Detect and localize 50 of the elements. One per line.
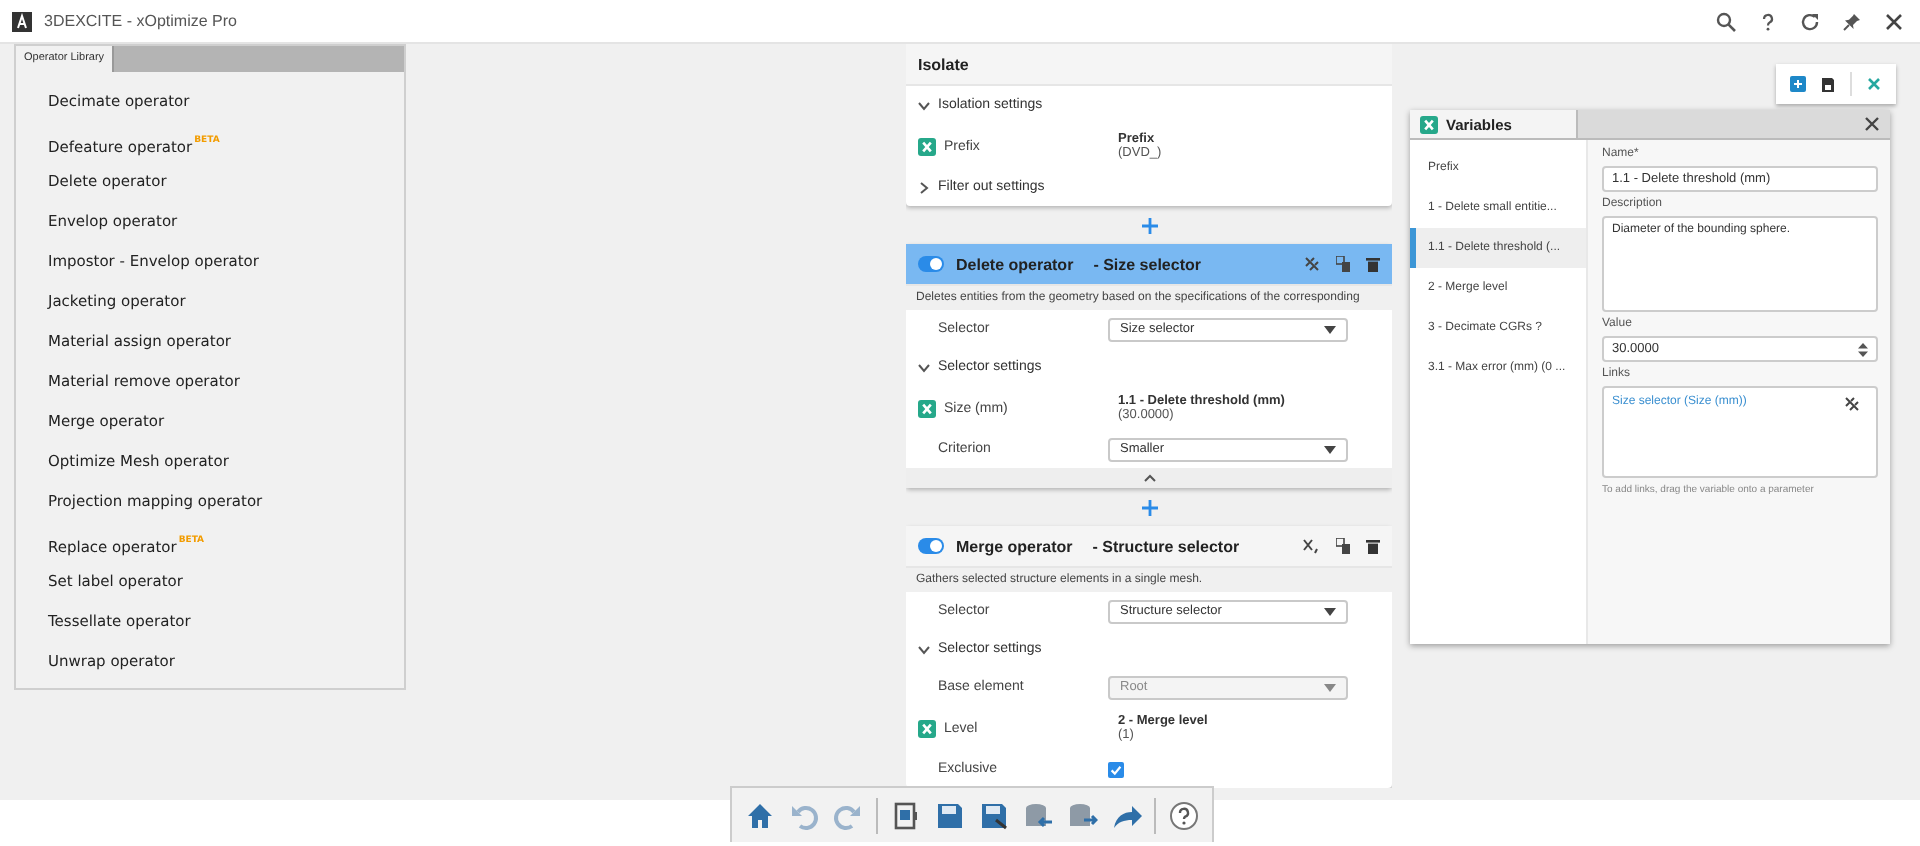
help-icon[interactable]: [1758, 11, 1778, 31]
pin-icon[interactable]: [1842, 11, 1862, 31]
caret-icon: [1324, 607, 1336, 615]
trash-icon[interactable]: [1366, 538, 1380, 554]
unlink-icon[interactable]: [1304, 256, 1320, 272]
app-logo-icon: [12, 11, 32, 31]
variable-icon: [918, 719, 936, 737]
chevron-icon[interactable]: [918, 99, 930, 111]
operator-subtitle: - Structure selector: [1092, 537, 1240, 555]
home-icon[interactable]: [744, 799, 776, 831]
duplicate-icon[interactable]: [1336, 256, 1350, 272]
import-icon[interactable]: [1022, 799, 1054, 831]
collapse-icon[interactable]: [1143, 474, 1155, 482]
refresh-icon[interactable]: [1800, 11, 1820, 31]
save-as-icon[interactable]: [978, 799, 1010, 831]
window-title: 3DEXCITE - xOptimize Pro: [44, 12, 237, 30]
chevron-icon[interactable]: [918, 361, 930, 373]
export-icon[interactable]: [1066, 799, 1098, 831]
add-operator-icon[interactable]: [1141, 217, 1157, 233]
checkbox[interactable]: [1108, 761, 1124, 777]
operator-title: Delete operator: [956, 255, 1074, 273]
variable-icon: [1420, 115, 1438, 133]
caret-icon: [1324, 445, 1336, 453]
search-icon[interactable]: [1716, 11, 1736, 31]
chevron-icon[interactable]: [918, 181, 930, 193]
operator-subtitle: - Size selector: [1093, 255, 1201, 273]
unlink-icon[interactable]: [1844, 396, 1860, 412]
operator-header[interactable]: Merge operator - Structure selector: [906, 526, 1392, 568]
close-icon[interactable]: [1864, 116, 1880, 132]
variable-link-icon[interactable]: [1302, 538, 1320, 554]
enable-toggle[interactable]: [918, 538, 944, 554]
close-icon[interactable]: [1884, 11, 1904, 31]
spinner-icon[interactable]: [1858, 341, 1868, 357]
operator-title: Merge operator: [956, 537, 1073, 555]
variable-icon: [918, 399, 936, 417]
chevron-icon[interactable]: [918, 643, 930, 655]
add-variable-icon[interactable]: [1790, 76, 1807, 92]
caret-icon: [1324, 325, 1336, 333]
trash-icon[interactable]: [1366, 256, 1380, 272]
caret-icon: [1324, 683, 1336, 691]
save-icon[interactable]: [1820, 76, 1837, 92]
variables-icon[interactable]: [1865, 76, 1882, 92]
help-icon[interactable]: [1168, 799, 1200, 831]
group-title: Isolate: [918, 55, 969, 73]
enable-toggle[interactable]: [918, 256, 944, 272]
add-operator-icon[interactable]: [1141, 499, 1157, 515]
duplicate-icon[interactable]: [1336, 538, 1350, 554]
operator-header[interactable]: Delete operator - Size selector: [906, 244, 1392, 286]
variable-icon: [918, 137, 936, 155]
frame-icon[interactable]: [890, 799, 922, 831]
